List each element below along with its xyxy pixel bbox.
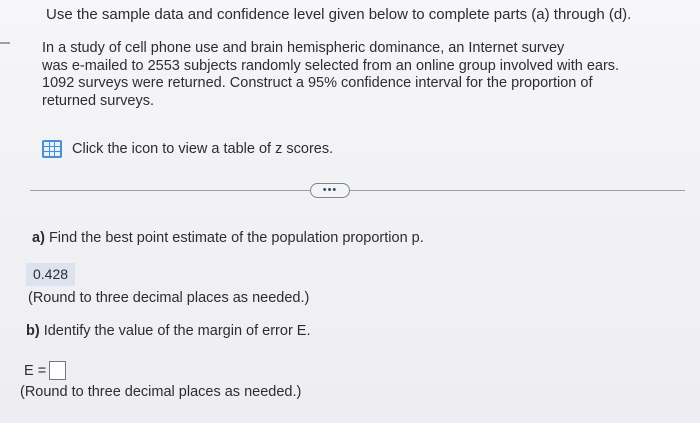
margin-of-error-label: E = xyxy=(24,362,47,379)
part-a-question: a) Find the best point estimate of the p… xyxy=(32,229,424,247)
part-a-hint: (Round to three decimal places as needed… xyxy=(28,290,310,306)
problem-statement: In a study of cell phone use and brain h… xyxy=(42,40,682,110)
margin-of-error-input[interactable] xyxy=(49,361,67,380)
part-a-text: Find the best point estimate of the popu… xyxy=(48,230,424,246)
problem-line: was e-mailed to 2553 subjects randomly s… xyxy=(42,57,620,74)
part-b-question: b) Identify the value of the margin of e… xyxy=(26,322,311,340)
part-b-text: Identify the value of the margin of erro… xyxy=(43,323,311,339)
problem-line: In a study of cell phone use and brain h… xyxy=(42,40,565,56)
section-divider xyxy=(30,190,685,191)
expand-more-button[interactable]: ••• xyxy=(310,183,350,198)
problem-line: 1092 surveys were returned. Construct a … xyxy=(42,75,593,91)
margin-of-error-row: E = xyxy=(24,361,67,380)
part-b-hint: (Round to three decimal places as needed… xyxy=(20,384,302,400)
z-table-link[interactable]: Click the icon to view a table of z scor… xyxy=(42,140,333,158)
part-b-label: b) xyxy=(26,323,40,339)
part-a-label: a) xyxy=(32,230,45,246)
part-a-answer: 0.428 xyxy=(26,263,76,286)
left-edge-mark xyxy=(0,42,10,44)
z-table-label: Click the icon to view a table of z scor… xyxy=(72,141,334,157)
table-grid-icon[interactable] xyxy=(42,140,62,158)
problem-line: returned surveys. xyxy=(42,92,155,109)
instructions-text: Use the sample data and confidence level… xyxy=(46,6,632,23)
